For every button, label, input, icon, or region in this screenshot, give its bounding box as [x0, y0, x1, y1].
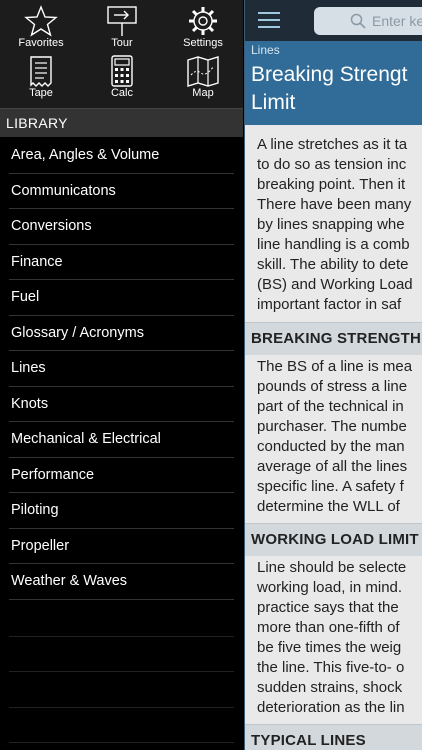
map-label: Map — [192, 87, 214, 99]
section-paragraph: Line should be selecte working load, in … — [257, 558, 422, 718]
empty-row-divider — [9, 707, 234, 708]
text-line: practice says that the — [257, 599, 399, 616]
text-line: to do so as tension inc — [257, 156, 407, 173]
favorites-label: Favorites — [18, 37, 64, 49]
library-item[interactable]: Piloting — [0, 493, 243, 529]
text-line: working load, in mind. — [257, 579, 403, 596]
page-title-line: Limit — [251, 91, 296, 114]
library-item[interactable]: Area, Angles & Volume — [0, 138, 243, 174]
tape-label: Tape — [29, 87, 53, 99]
text-line: more than one-fifth of — [257, 619, 400, 636]
map-button[interactable]: Map — [163, 55, 243, 100]
calculator-icon — [111, 55, 133, 87]
tape-button[interactable]: Tape — [1, 55, 81, 100]
text-line: pounds of stress a line — [257, 378, 408, 395]
text-line: deterioration as the lin — [257, 699, 405, 716]
article-panel: Enter ke Lines Breaking Strengt Limit A … — [244, 0, 422, 750]
section-heading-text: WORKING LOAD LIMIT — [251, 531, 419, 548]
library-header: LIBRARY — [0, 109, 243, 137]
map-icon — [187, 56, 219, 87]
tour-label: Tour — [111, 37, 133, 49]
text-line: part of the technical in — [257, 398, 404, 415]
text-line: important factor in saf — [257, 296, 402, 313]
receipt-tape-icon — [30, 56, 52, 87]
library-item[interactable]: Knots — [0, 387, 243, 423]
text-line: average of all the lines — [257, 458, 408, 475]
text-line: specific line. A safety f — [257, 478, 404, 495]
intro-paragraph: A line stretches as it ta to do so as te… — [257, 135, 422, 315]
section-heading-text: TYPICAL LINES — [251, 732, 366, 749]
search-input[interactable]: Enter ke — [314, 7, 422, 35]
text-line: A line stretches as it ta — [257, 136, 408, 153]
gear-icon — [189, 7, 217, 35]
library-item[interactable]: Weather & Waves — [0, 564, 243, 600]
text-line: by lines snapping whe — [257, 216, 405, 233]
search-icon — [350, 13, 366, 29]
toolbar: Favorites Tour Settings Tape Calc Map — [0, 0, 243, 109]
calc-label: Calc — [110, 87, 133, 99]
article-header: Lines Breaking Strengt Limit — [244, 41, 422, 125]
text-line: purchaser. The numbe — [257, 418, 407, 435]
signpost-icon — [107, 6, 137, 36]
library-item[interactable]: Propeller — [0, 529, 243, 565]
page-title: Breaking Strengt Limit — [251, 61, 422, 117]
section-heading: BREAKING STRENGTH — [244, 322, 422, 355]
favorites-button[interactable]: Favorites — [1, 5, 81, 50]
text-line: There have been many — [257, 196, 412, 213]
page-title-line: Breaking Strengt — [251, 63, 408, 86]
text-line: skill. The ability to dete — [257, 256, 409, 273]
library-item[interactable]: Communicatons — [0, 174, 243, 210]
empty-row-divider — [9, 742, 234, 743]
library-item[interactable]: Mechanical & Electrical — [0, 422, 243, 458]
text-line: sudden strains, shock — [257, 679, 403, 696]
text-line: Line should be selecte — [257, 559, 407, 576]
library-item[interactable]: Conversions — [0, 209, 243, 245]
menu-icon[interactable] — [258, 12, 280, 28]
tour-button[interactable]: Tour — [82, 5, 162, 50]
search-placeholder: Enter ke — [372, 13, 422, 29]
library-item[interactable]: Performance — [0, 458, 243, 494]
text-line: The BS of a line is mea — [257, 358, 413, 375]
breadcrumb[interactable]: Lines — [251, 43, 280, 57]
section-heading: WORKING LOAD LIMIT — [244, 523, 422, 556]
calc-button[interactable]: Calc — [82, 55, 162, 100]
panel-divider — [244, 0, 245, 750]
settings-label: Settings — [183, 37, 223, 49]
text-line: the line. This five-to- o — [257, 659, 405, 676]
library-item[interactable]: Fuel — [0, 280, 243, 316]
library-item[interactable]: Lines — [0, 351, 243, 387]
library-item[interactable]: Finance — [0, 245, 243, 281]
star-icon — [24, 5, 58, 37]
top-bar: Enter ke — [244, 0, 422, 41]
text-line: breaking point. Then it — [257, 176, 406, 193]
text-line: (BS) and Working Load — [257, 276, 413, 293]
library-item[interactable]: Glossary / Acronyms — [0, 316, 243, 352]
text-line: determine the WLL of — [257, 498, 400, 515]
text-line: conducted by the man — [257, 438, 405, 455]
text-line: line handling is a comb — [257, 236, 410, 253]
library-list: Area, Angles & Volume Communicatons Conv… — [0, 138, 243, 600]
section-paragraph: The BS of a line is mea pounds of stress… — [257, 357, 422, 517]
empty-row-divider — [9, 636, 234, 637]
empty-row-divider — [9, 671, 234, 672]
settings-button[interactable]: Settings — [163, 5, 243, 50]
library-drawer: Favorites Tour Settings Tape Calc Map LI… — [0, 0, 243, 750]
text-line: be five times the weig — [257, 639, 402, 656]
section-heading-text: BREAKING STRENGTH — [251, 330, 422, 347]
section-heading: TYPICAL LINES — [244, 724, 422, 750]
